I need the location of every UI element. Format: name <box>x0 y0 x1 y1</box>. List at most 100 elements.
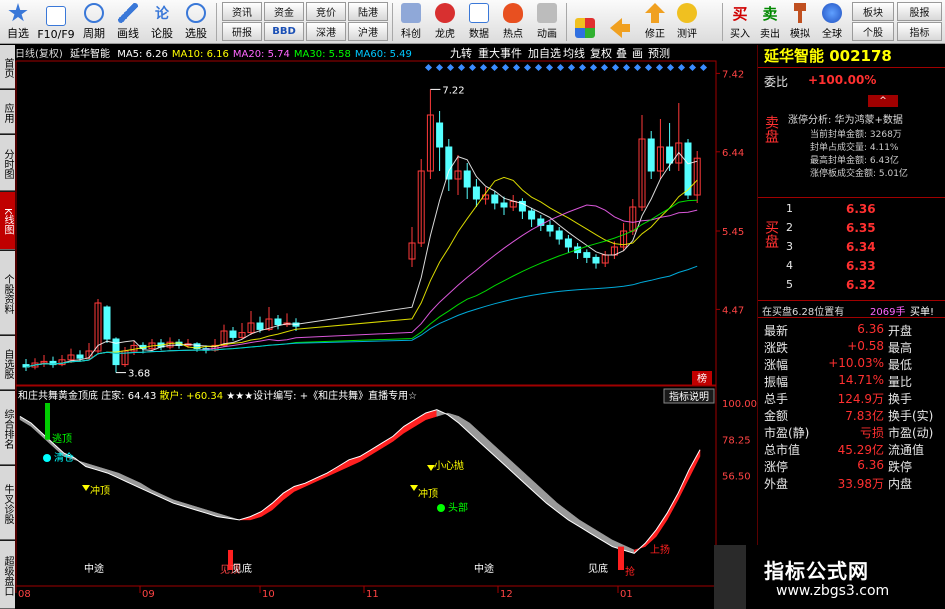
toolbar-shanghai-hk-button[interactable]: 沪港 <box>348 22 388 41</box>
kechuang-icon <box>401 3 421 23</box>
limit-up-line-1: 当前封单金额: 3268万 <box>810 130 902 140</box>
toolbar-divider <box>216 3 217 41</box>
toolbar-dragon-tiger-button[interactable]: 龙虎 <box>429 1 461 43</box>
buy-note-tag: 买单! <box>910 307 935 318</box>
indicator-band-segment <box>590 526 602 541</box>
sell-icon: 卖 <box>762 5 778 23</box>
indicator-signal-label: 冲顶 <box>418 487 438 500</box>
event-marker-icon <box>490 63 499 72</box>
toolbar-funds-button[interactable]: 资金 <box>264 2 304 21</box>
event-marker-icon <box>523 63 532 72</box>
indicator-signal-label: 小心抛 <box>434 459 464 472</box>
toolbar-auction-button[interactable]: 竞价 <box>306 2 346 21</box>
weibi-label: 委比 <box>764 75 789 89</box>
stat-label-right: 最低 <box>888 358 913 372</box>
candle-body <box>546 224 554 232</box>
toolbar-f10-button[interactable]: F10/F9 <box>36 0 76 44</box>
buy-level-price[interactable]: 6.34 <box>846 240 876 254</box>
toolbar-pick-stock-button[interactable]: 选股 <box>180 0 212 44</box>
candle-body <box>666 146 674 164</box>
indicator-group <box>19 403 701 570</box>
buy-level-price[interactable]: 6.36 <box>846 202 876 216</box>
toolbar-sell-button[interactable]: 卖 卖出 <box>756 1 784 43</box>
stat-label-right: 最高 <box>888 341 913 355</box>
clock-icon <box>84 3 104 23</box>
indicator-signal-label: 抢 <box>625 565 635 578</box>
toolbar-hk-connect-button[interactable]: 陆港 <box>348 2 388 21</box>
collapse-caret-icon[interactable]: ^ <box>868 95 898 107</box>
indicator-signal-label: 清仓 <box>54 451 74 464</box>
price-axis-label: 5.45 <box>722 227 744 238</box>
toolbar-kechuang-button[interactable]: 科创 <box>395 1 427 43</box>
toolbar-sector-button[interactable]: 板块 <box>852 2 894 21</box>
dragon-icon <box>435 3 455 23</box>
stat-value: +0.58 <box>847 339 884 353</box>
toolbar-discuss-button[interactable]: 论 论股 <box>146 0 178 44</box>
toolbar-research-button[interactable]: 研报 <box>222 22 262 41</box>
candle-body <box>103 306 111 340</box>
indicator-signal-label: 头部 <box>448 501 468 514</box>
event-marker-icon <box>655 63 664 72</box>
toolbar-color-grid-button[interactable] <box>570 1 600 43</box>
indicator-band-segment <box>140 482 152 494</box>
event-marker-icon <box>677 63 686 72</box>
toolbar-draw-button[interactable]: 画线 <box>112 0 144 44</box>
toolbar-evaluate-button[interactable]: 测评 <box>672 1 702 43</box>
candle-body <box>528 210 536 220</box>
stat-label: 涨幅 <box>764 358 789 372</box>
buy-note-volume: 2069手 <box>870 307 906 318</box>
toolbar-favorites-button[interactable]: 自选 <box>2 0 34 44</box>
buy-level-number: 3 <box>786 240 793 253</box>
buy-level-price[interactable]: 6.33 <box>846 259 876 273</box>
toolbar-single-stock-button[interactable]: 个股 <box>852 22 894 41</box>
indicator-axis-label: 100.00 <box>722 399 757 410</box>
toolbar-global-button[interactable]: 全球 <box>818 1 846 43</box>
divider <box>758 300 945 301</box>
price-axis-label: 7.42 <box>722 69 744 80</box>
buy-icon: 买 <box>732 5 748 23</box>
stock-terminal-window: 自选 F10/F9 周期 画线 论 论股 选股 资讯 资金 竞价 陆港 研报 B… <box>0 0 945 609</box>
kline-chart[interactable]: 7.42 6.44 5.45 4.47 7.22 3.68 榜和庄共舞黄金顶底 庄家: 64… <box>0 45 757 609</box>
toolbar-bbd-button[interactable]: BBD <box>264 22 304 41</box>
indicator-header-part-1: 庄家: 64.43 <box>101 389 159 402</box>
stat-label-right: 跌停 <box>888 460 913 474</box>
candle-body <box>592 256 600 264</box>
indicator-signal-label: 见底 <box>588 562 608 575</box>
toolbar-hotspot-button[interactable]: 热点 <box>497 1 529 43</box>
buy-side-label: 买盘 <box>763 220 779 248</box>
indicator-band-segment <box>568 511 580 528</box>
indicator-signal-label: 中途 <box>474 562 494 575</box>
weibi-value: +100.00% <box>808 73 877 87</box>
buy-level-price[interactable]: 6.32 <box>846 278 876 292</box>
indicator-header-part-3: ★★★设计编写: +《和庄共舞》直播专用☆ <box>226 389 417 402</box>
flame-icon <box>503 3 523 23</box>
toolbar-shenzhen-hk-button[interactable]: 深港 <box>306 22 346 41</box>
indicator-band-segment <box>655 512 668 538</box>
candle-body <box>76 354 84 359</box>
candle-body <box>445 146 453 180</box>
watermark-logo: 指标公式网 www.zbgs3.com <box>714 545 945 609</box>
buy-level-price[interactable]: 6.35 <box>846 221 876 235</box>
toolbar-indicator-button[interactable]: 指标 <box>897 22 942 41</box>
toolbar-stock-report-button[interactable]: 股报 <box>897 2 942 21</box>
toolbar-news-button[interactable]: 资讯 <box>222 2 262 21</box>
event-marker-icon <box>468 63 477 72</box>
event-marker-icon <box>622 63 631 72</box>
time-axis-label: 10 <box>262 589 275 600</box>
event-marker-icon <box>446 63 455 72</box>
toolbar-buy-button[interactable]: 买 买入 <box>726 1 754 43</box>
candle-body <box>229 330 237 338</box>
event-marker-icon <box>545 63 554 72</box>
limit-up-line-4: 涨停板成交金额: 5.01亿 <box>810 169 908 179</box>
toolbar-period-button[interactable]: 周期 <box>78 0 110 44</box>
divider <box>758 67 945 68</box>
event-marker-icon <box>666 63 675 72</box>
event-marker-icon <box>699 63 708 72</box>
toolbar-up-button[interactable]: 修正 <box>640 1 670 43</box>
toolbar-animation-button[interactable]: 动画 <box>531 1 563 43</box>
indicator-band-segment <box>392 425 405 442</box>
candle-body <box>463 170 471 188</box>
toolbar-back-button[interactable] <box>605 1 635 43</box>
toolbar-simulate-button[interactable]: 模拟 <box>786 1 814 43</box>
toolbar-data-button[interactable]: 数据 <box>463 1 495 43</box>
